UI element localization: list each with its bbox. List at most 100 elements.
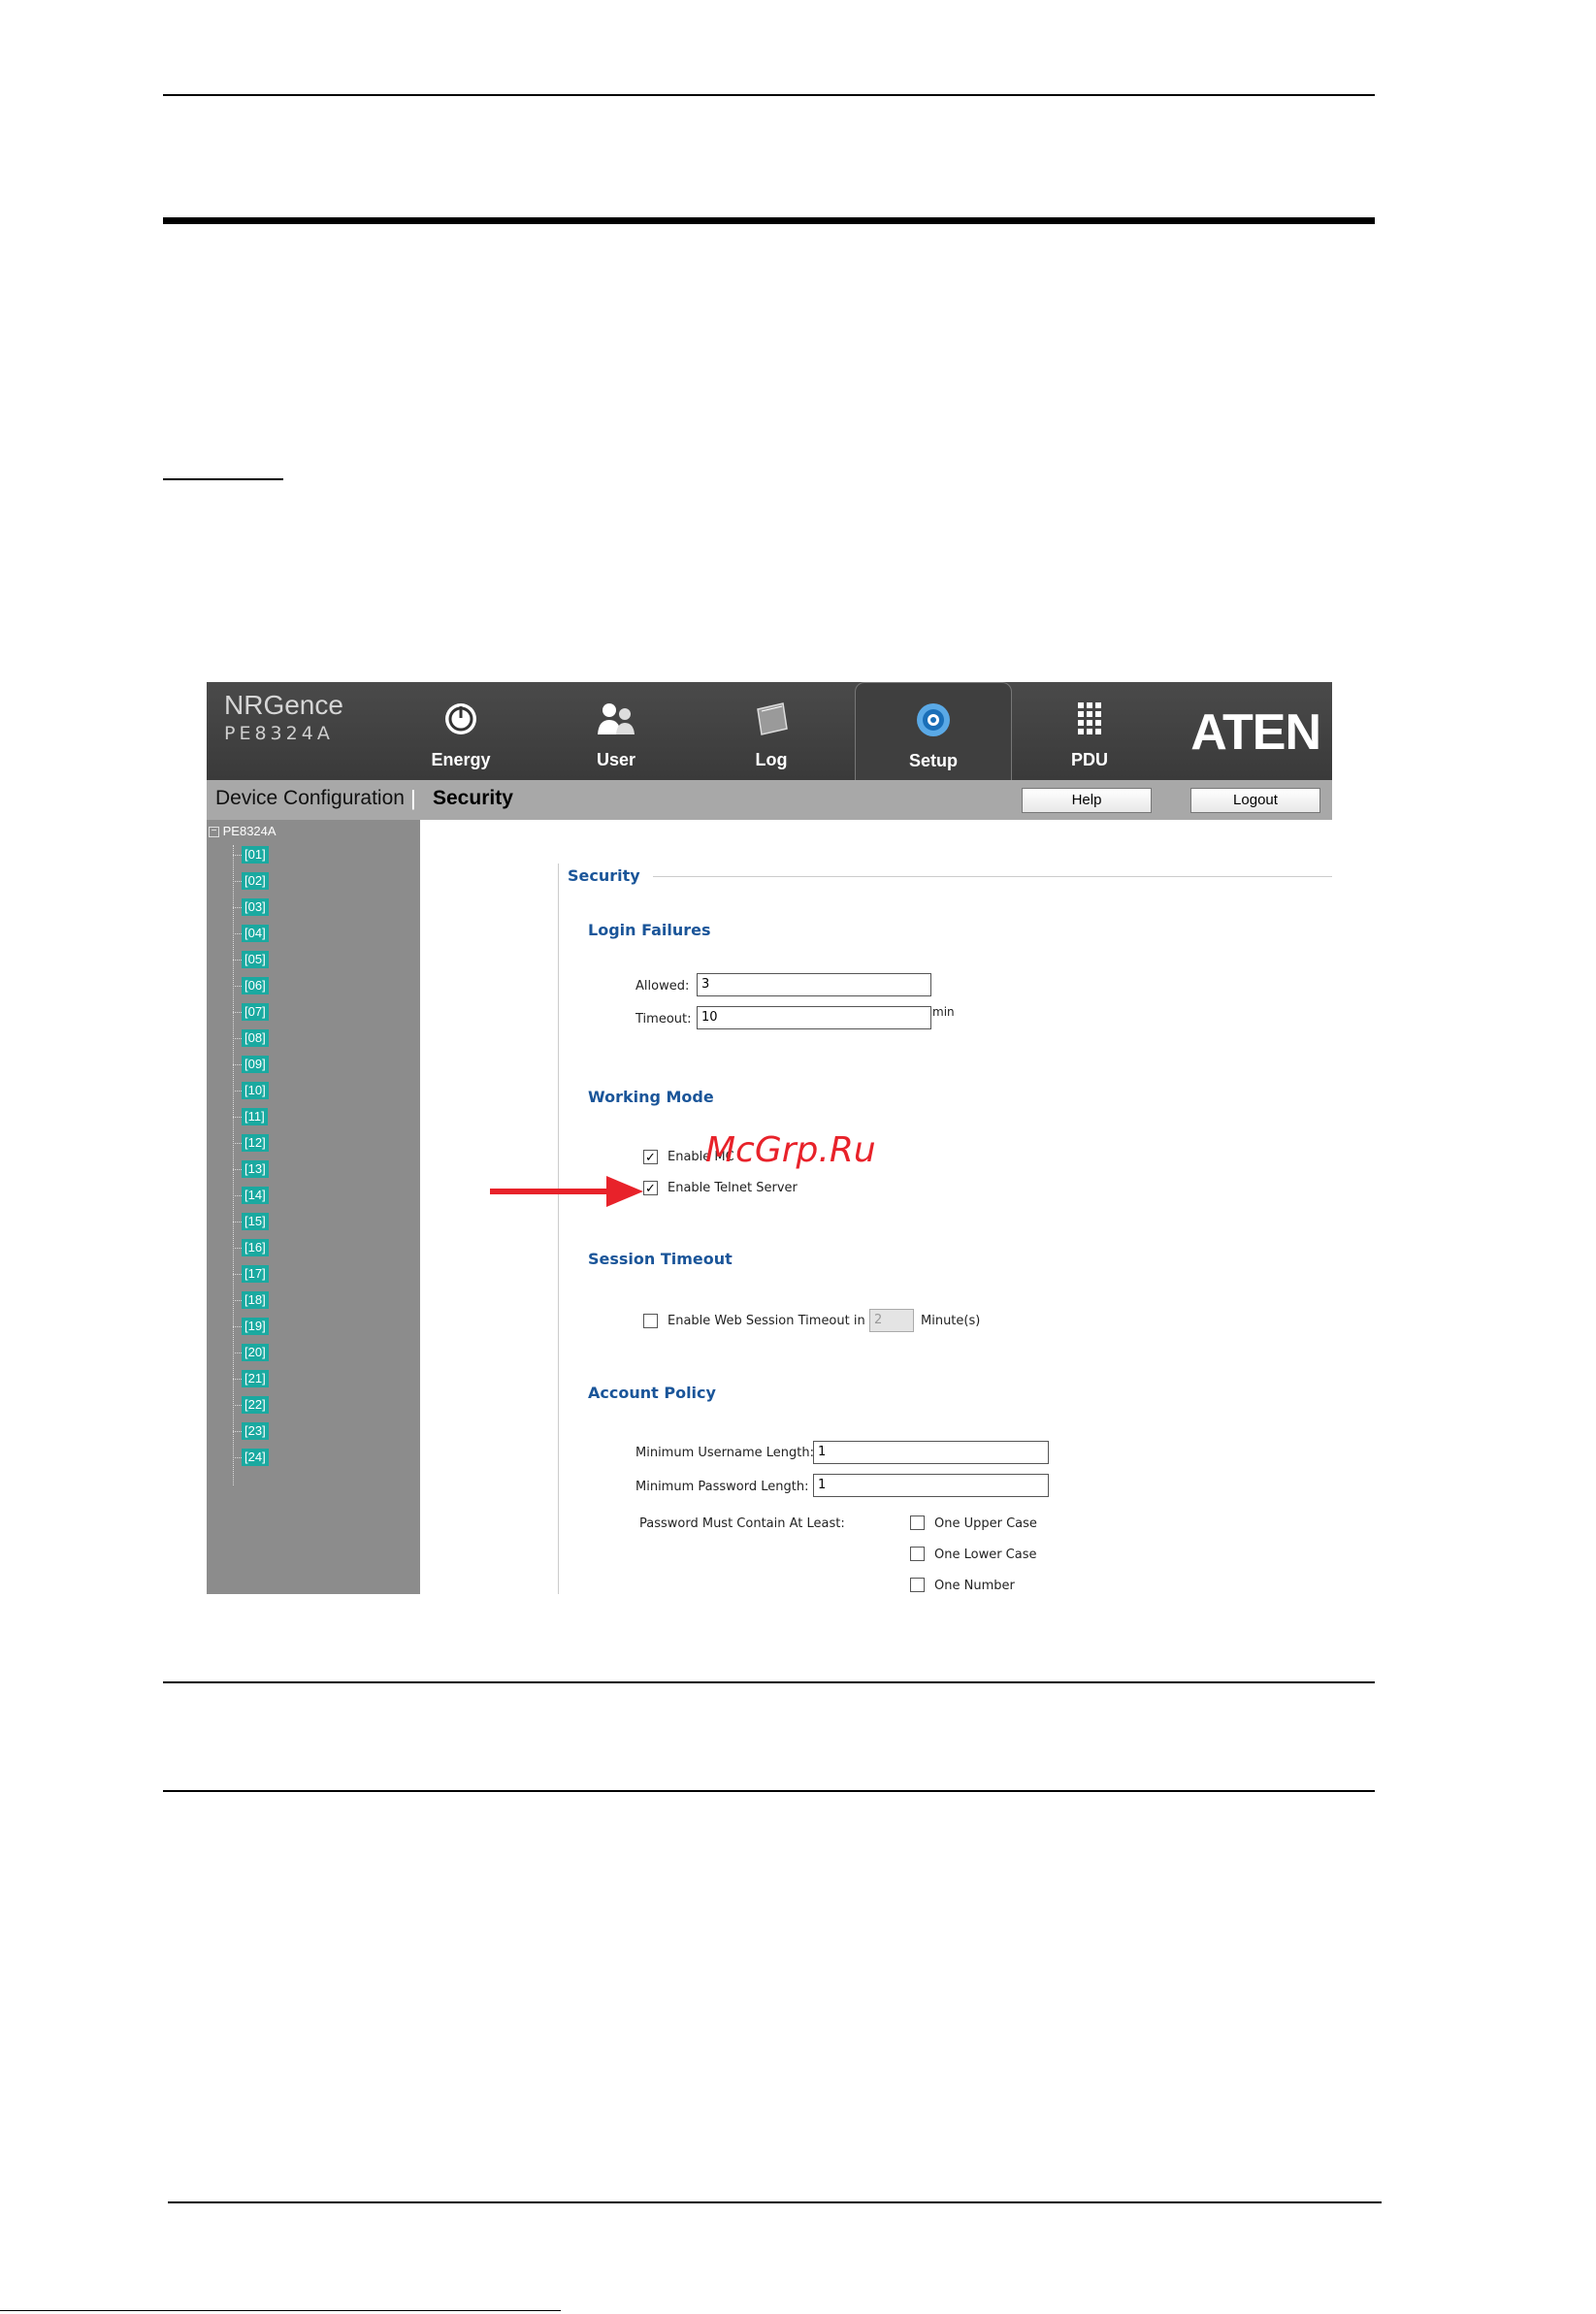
port-item[interactable]: [17]: [242, 1265, 269, 1283]
tree-collapse-icon[interactable]: −: [209, 827, 219, 838]
tree-connector-dash: [233, 1326, 242, 1327]
tree-connector-dash: [233, 1300, 242, 1301]
port-item[interactable]: [01]: [242, 846, 269, 864]
top-navigation-bar: NRGence PE8324A Energy User Log Setup PD…: [207, 682, 1332, 780]
port-item[interactable]: [15]: [242, 1213, 269, 1230]
must-contain-label: Password Must Contain At Least:: [639, 1516, 845, 1531]
nav-log-label: Log: [755, 750, 788, 769]
tree-connector-dash: [233, 1064, 242, 1065]
enable-telnet-label: Enable Telnet Server: [668, 1181, 798, 1195]
port-item[interactable]: [24]: [242, 1449, 269, 1466]
allowed-label: Allowed:: [635, 979, 690, 994]
tree-connector-dash: [233, 1091, 242, 1092]
tree-connector-dash: [233, 1169, 242, 1170]
port-item[interactable]: [11]: [242, 1108, 268, 1125]
nav-setup-label: Setup: [908, 751, 958, 770]
port-item[interactable]: [02]: [242, 872, 269, 890]
lower-case-checkbox[interactable]: [910, 1547, 925, 1561]
gear-icon: [912, 701, 955, 739]
aten-logo: ATEN: [1190, 704, 1321, 761]
timeout-unit: min: [932, 1005, 955, 1019]
login-failures-title: Login Failures: [588, 921, 711, 939]
breadcrumb-parent[interactable]: Device Configuration: [215, 787, 405, 810]
brand-block: NRGence PE8324A: [224, 690, 343, 744]
outlet-grid-icon: [1068, 700, 1111, 738]
port-item[interactable]: [19]: [242, 1318, 269, 1335]
model-name: PE8324A: [224, 723, 334, 744]
panel-divider: [558, 864, 559, 1594]
enable-telnet-checkbox[interactable]: ✓: [643, 1181, 658, 1195]
tree-connector-dash: [233, 1379, 242, 1380]
tree-root-label: PE8324A: [222, 824, 277, 838]
tree-connector-dash: [233, 1117, 242, 1118]
port-item[interactable]: [03]: [242, 898, 269, 916]
min-username-label: Minimum Username Length:: [635, 1446, 814, 1460]
port-item[interactable]: [23]: [242, 1422, 269, 1440]
tree-connector-dash: [233, 1431, 242, 1432]
number-label: One Number: [934, 1579, 1015, 1593]
port-item[interactable]: [07]: [242, 1003, 269, 1021]
enable-mc-checkbox[interactable]: ✓: [643, 1150, 658, 1164]
device-tree-sidebar: − PE8324A [01] [02] [03] [04] [05] [06] [07] [0…: [207, 820, 420, 1594]
tree-connector: [233, 845, 235, 1485]
port-item[interactable]: [12]: [242, 1134, 269, 1152]
help-button[interactable]: Help: [1022, 788, 1152, 813]
port-item[interactable]: [06]: [242, 977, 269, 994]
port-item[interactable]: [10]: [242, 1082, 269, 1099]
web-session-timeout-checkbox[interactable]: [643, 1314, 658, 1328]
port-item[interactable]: [04]: [242, 925, 269, 942]
timeout-input[interactable]: 10: [697, 1006, 931, 1029]
port-item[interactable]: [14]: [242, 1187, 269, 1204]
tree-connector-dash: [233, 1248, 242, 1249]
nav-user[interactable]: User: [538, 682, 694, 780]
session-timeout-input[interactable]: 2: [869, 1309, 914, 1332]
tree-connector-dash: [233, 1405, 242, 1406]
tree-connector-dash: [233, 855, 242, 856]
nav-setup[interactable]: Setup: [855, 682, 1012, 780]
header-rule-thick: [163, 217, 1375, 224]
power-icon: [440, 700, 482, 738]
port-item[interactable]: [09]: [242, 1056, 269, 1073]
security-title: Security: [568, 866, 640, 885]
number-checkbox[interactable]: [910, 1578, 925, 1592]
lower-case-label: One Lower Case: [934, 1548, 1037, 1562]
session-timeout-unit: Minute(s): [921, 1314, 981, 1328]
nav-pdu[interactable]: PDU: [1012, 682, 1167, 780]
port-item[interactable]: [16]: [242, 1239, 269, 1256]
upper-case-label: One Upper Case: [934, 1516, 1037, 1531]
users-icon: [595, 700, 637, 738]
port-item[interactable]: [22]: [242, 1396, 269, 1414]
tree-connector-dash: [233, 1012, 242, 1013]
min-password-input[interactable]: 1: [813, 1474, 1049, 1497]
port-item[interactable]: [05]: [242, 951, 269, 968]
tree-connector-dash: [233, 1457, 242, 1458]
breadcrumb-bar: Device Configuration | Security Help Log…: [207, 780, 1332, 820]
tree-connector-dash: [233, 881, 242, 882]
log-book-icon: [750, 700, 793, 738]
tree-connector-dash: [233, 1038, 242, 1039]
min-username-input[interactable]: 1: [813, 1441, 1049, 1464]
nav-pdu-label: PDU: [1070, 750, 1108, 769]
port-item[interactable]: [21]: [242, 1370, 269, 1387]
logout-button[interactable]: Logout: [1190, 788, 1320, 813]
session-timeout-title: Session Timeout: [588, 1250, 733, 1268]
section-underline: [163, 478, 283, 480]
breadcrumb-separator: |: [410, 786, 416, 810]
tree-root[interactable]: − PE8324A: [209, 824, 277, 838]
port-item[interactable]: [08]: [242, 1029, 269, 1047]
port-item[interactable]: [20]: [242, 1344, 269, 1361]
upper-case-checkbox[interactable]: [910, 1516, 925, 1530]
tree-connector-dash: [233, 1143, 242, 1144]
working-mode-title: Working Mode: [588, 1088, 714, 1106]
web-session-timeout-label: Enable Web Session Timeout in: [668, 1314, 865, 1328]
port-item[interactable]: [13]: [242, 1160, 269, 1178]
min-password-label: Minimum Password Length:: [635, 1480, 809, 1494]
footer-rule: [168, 2201, 1382, 2203]
tree-connector-dash: [233, 1274, 242, 1275]
red-arrow-annotation: [490, 1174, 645, 1209]
tree-connector-dash: [233, 1195, 242, 1196]
nav-energy[interactable]: Energy: [383, 682, 538, 780]
port-item[interactable]: [18]: [242, 1291, 269, 1309]
nav-log[interactable]: Log: [694, 682, 849, 780]
allowed-input[interactable]: 3: [697, 973, 931, 996]
